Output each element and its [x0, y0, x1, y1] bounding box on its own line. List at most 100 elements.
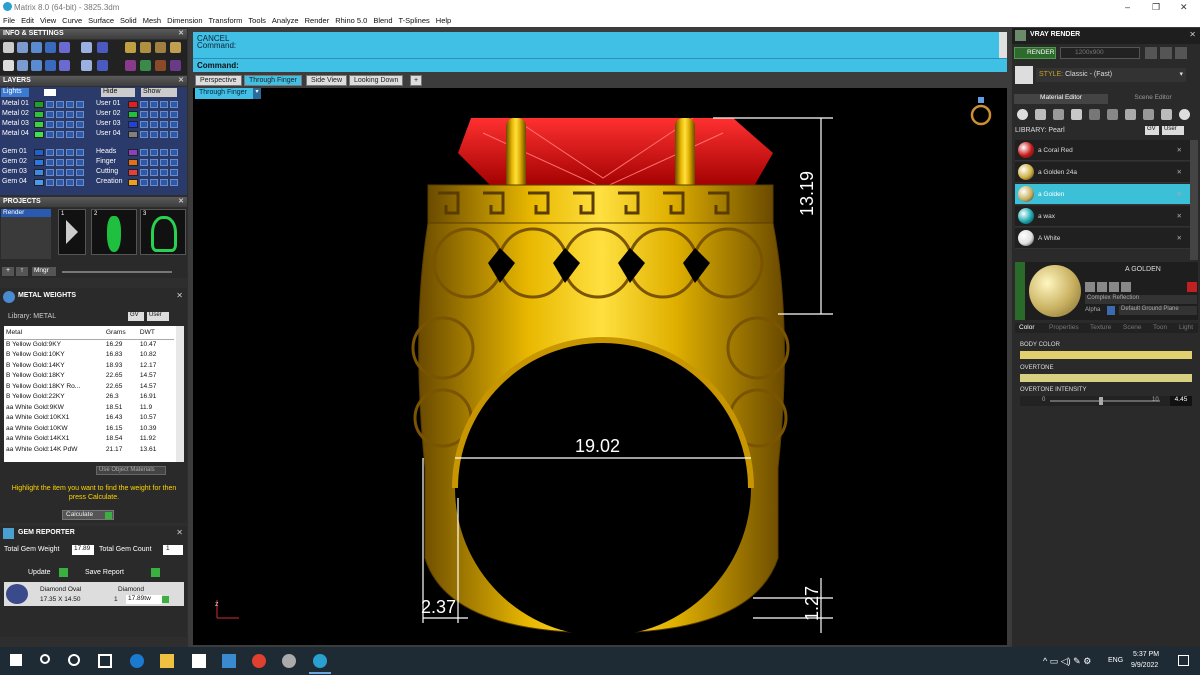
line-icon[interactable] [17, 60, 28, 71]
col-metal[interactable]: Metal [4, 326, 104, 340]
lights-label[interactable]: Lights [1, 88, 29, 97]
layer-toggle-icon[interactable] [76, 169, 84, 176]
cube-icon[interactable] [59, 42, 70, 53]
layer-toggle-icon[interactable] [150, 111, 158, 118]
chevron-down-icon[interactable]: ▾ [253, 88, 261, 99]
table-row[interactable]: B Yellow Gold:14KY 18.93 12.17 [4, 360, 174, 371]
oi-value[interactable]: 4.45 [1170, 396, 1192, 406]
layer-toggle-icon[interactable] [66, 179, 74, 186]
menu-render[interactable]: Render [302, 14, 333, 25]
menu-file[interactable]: File [0, 14, 18, 25]
layer-toggle-icon[interactable] [140, 121, 148, 128]
layer-color-swatch[interactable] [34, 121, 44, 128]
layer-toggle-icon[interactable] [56, 121, 64, 128]
layer-row[interactable]: Metal 02 [0, 110, 88, 119]
table-row[interactable]: B Yellow Gold:9KY 16.29 10.47 [4, 339, 174, 350]
search-icon[interactable] [40, 654, 50, 664]
command-scrollbar[interactable] [999, 32, 1007, 58]
menu-surface[interactable]: Surface [85, 14, 117, 25]
material-list-scrollbar[interactable] [1190, 140, 1198, 260]
layer-row[interactable]: Gem 04 [0, 178, 88, 187]
layer-color-swatch[interactable] [34, 179, 44, 186]
language-indicator[interactable]: ENG [1108, 657, 1123, 664]
layer-color-swatch[interactable] [128, 101, 138, 108]
settings-icon[interactable] [1145, 47, 1157, 59]
remove-material-icon[interactable]: ✕ [1177, 212, 1182, 220]
layer-toggle-icon[interactable] [46, 111, 54, 118]
reflection-dropdown[interactable]: Complex Reflection [1085, 295, 1197, 304]
layer-toggle-icon[interactable] [170, 131, 178, 138]
folder-icon[interactable] [1175, 47, 1187, 59]
task-view-icon[interactable] [98, 654, 112, 668]
layer-toggle-icon[interactable] [150, 101, 158, 108]
tab-texture[interactable]: Texture [1090, 324, 1111, 331]
save-report-button[interactable] [151, 568, 160, 577]
layer-toggle-icon[interactable] [170, 149, 178, 156]
gem-go-icon[interactable] [162, 596, 169, 603]
layer-toggle-icon[interactable] [170, 111, 178, 118]
layer-toggle-icon[interactable] [150, 159, 158, 166]
layer-row[interactable]: User 03 [94, 120, 182, 129]
close-icon[interactable]: ✕ [178, 29, 184, 37]
layer-toggle-icon[interactable] [46, 179, 54, 186]
oi-slider-thumb[interactable] [1098, 397, 1103, 405]
menu-tsplines[interactable]: T-Splines [396, 14, 433, 25]
tab-toon[interactable]: Toon [1153, 324, 1167, 331]
tab-color[interactable]: Color [1019, 324, 1035, 331]
mail-icon[interactable] [222, 654, 236, 668]
menu-transform[interactable]: Transform [206, 14, 246, 25]
tab-through-finger[interactable]: Through Finger [244, 75, 302, 86]
grid-icon[interactable] [1143, 109, 1154, 120]
layer-toggle-icon[interactable] [150, 179, 158, 186]
layer-row[interactable]: Gem 02 [0, 158, 88, 167]
layer-toggle-icon[interactable] [56, 111, 64, 118]
material-item[interactable]: A White ✕ [1015, 228, 1190, 249]
layer-toggle-icon[interactable] [76, 159, 84, 166]
chevron-down-icon[interactable]: ▾ [1179, 70, 1183, 78]
view-icon[interactable] [17, 42, 28, 53]
project-thumb-3[interactable]: 3 [140, 209, 186, 255]
table-row[interactable]: B Yellow Gold:18KY 22.65 14.57 [4, 371, 174, 382]
edge-icon[interactable] [130, 654, 144, 668]
layer-toggle-icon[interactable] [56, 149, 64, 156]
lights-swatch[interactable] [44, 89, 56, 96]
up-arrow-icon[interactable]: ↑ [16, 267, 28, 276]
windows-start-icon[interactable] [10, 654, 22, 666]
notification-icon[interactable] [1178, 655, 1189, 666]
remove-material-icon[interactable]: ✕ [1177, 190, 1182, 198]
menu-help[interactable]: Help [433, 14, 454, 25]
layer-toggle-icon[interactable] [150, 169, 158, 176]
layer-toggle-icon[interactable] [170, 101, 178, 108]
layer-toggle-icon[interactable] [76, 131, 84, 138]
menu-solid[interactable]: Solid [117, 14, 140, 25]
layer-toggle-icon[interactable] [76, 179, 84, 186]
layer-toggle-icon[interactable] [66, 111, 74, 118]
preview-tool-icon[interactable] [1097, 282, 1107, 292]
layer-toggle-icon[interactable] [160, 131, 168, 138]
remove-material-icon[interactable]: ✕ [1177, 146, 1182, 154]
remove-material-icon[interactable]: ✕ [1177, 234, 1182, 242]
hide-button[interactable]: Hide [101, 88, 135, 97]
layer-toggle-icon[interactable] [56, 179, 64, 186]
layer-toggle-icon[interactable] [56, 159, 64, 166]
gem-icon[interactable] [1035, 109, 1046, 120]
menu-rhino[interactable]: Rhino 5.0 [332, 14, 370, 25]
edit-icon[interactable] [81, 42, 92, 53]
gem-tool-icon[interactable] [125, 42, 136, 53]
checker-icon[interactable] [1125, 109, 1136, 120]
layer-row[interactable]: Metal 03 [0, 120, 88, 129]
tab-light[interactable]: Light [1179, 324, 1193, 331]
ground-dropdown[interactable]: Default Ground Plane [1119, 306, 1197, 315]
body-color-slider[interactable] [1020, 351, 1192, 359]
chrome-icon[interactable] [252, 654, 266, 668]
material-item[interactable]: a Golden 24a ✕ [1015, 162, 1190, 183]
layer-toggle-icon[interactable] [76, 111, 84, 118]
layer-toggle-icon[interactable] [140, 101, 148, 108]
clock-date[interactable]: 9/9/2022 [1131, 662, 1158, 669]
link-icon[interactable] [1161, 109, 1172, 120]
table-row[interactable]: B Yellow Gold:18KY Ro... 22.65 14.57 [4, 381, 174, 392]
layer-color-swatch[interactable] [128, 149, 138, 156]
object-icon[interactable] [45, 42, 56, 53]
swirl-icon[interactable] [170, 60, 181, 71]
material-item[interactable]: a Golden ✕ [1015, 184, 1190, 205]
